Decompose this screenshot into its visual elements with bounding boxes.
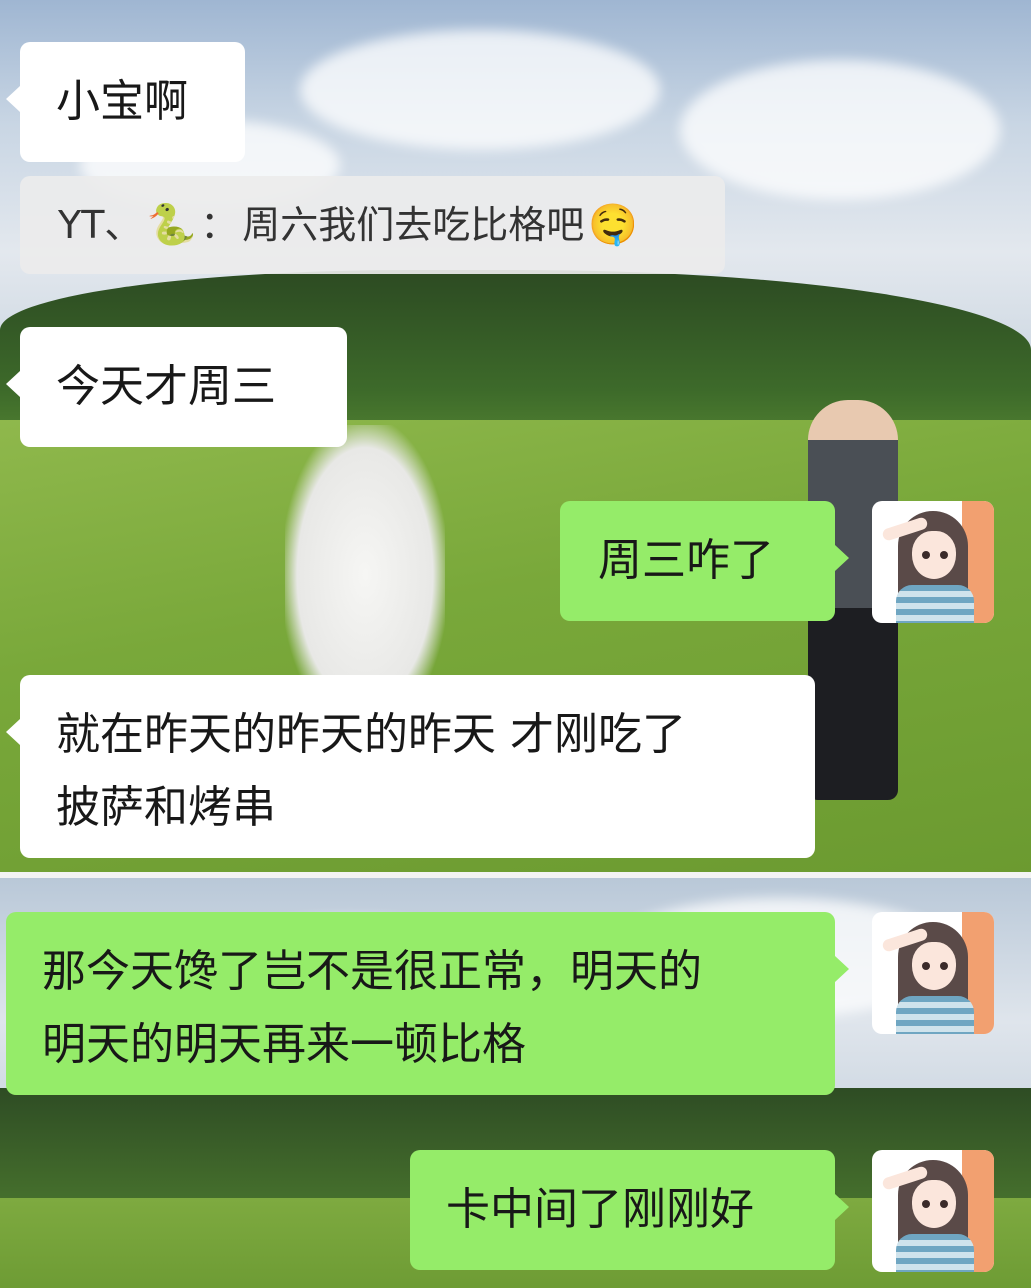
quote-separator: ： (200, 203, 239, 247)
message-bubble-outgoing[interactable]: 卡中间了刚刚好 (410, 1150, 849, 1270)
message-text: 周三咋了 (598, 535, 774, 586)
message-text: 那今天馋了岂不是很正常，明天的 明天的明天再来一顿比格 (42, 946, 702, 1070)
quote-sender: YT、 (58, 203, 143, 247)
snake-emoji-icon: 🐍 (146, 202, 197, 248)
message-text: 今天才周三 (56, 361, 276, 412)
message-bubble-incoming[interactable]: 今天才周三 (6, 327, 347, 447)
bride-figure (285, 425, 445, 675)
message-text: 卡中间了刚刚好 (446, 1184, 754, 1235)
message-bubble-outgoing[interactable]: 周三咋了 (560, 501, 849, 621)
message-bubble-incoming[interactable]: 小宝啊 (6, 42, 245, 162)
quote-text: 周六我们去吃比格吧 (242, 203, 585, 247)
message-bubble-outgoing[interactable]: 那今天馋了岂不是很正常，明天的 明天的明天再来一顿比格 (6, 912, 849, 1095)
user-avatar-icon[interactable] (872, 501, 994, 623)
message-text: 就在昨天的昨天的昨天 才刚吃了 披萨和烤串 (56, 709, 686, 833)
message-text: 小宝啊 (56, 76, 188, 127)
message-bubble-incoming[interactable]: 就在昨天的昨天的昨天 才刚吃了 披萨和烤串 (6, 675, 815, 858)
drooling-face-emoji-icon: 🤤 (588, 202, 639, 248)
user-avatar-icon[interactable] (872, 912, 994, 1034)
quoted-message[interactable]: YT、 🐍 ： 周六我们去吃比格吧 🤤 (20, 176, 725, 274)
user-avatar-icon[interactable] (872, 1150, 994, 1272)
